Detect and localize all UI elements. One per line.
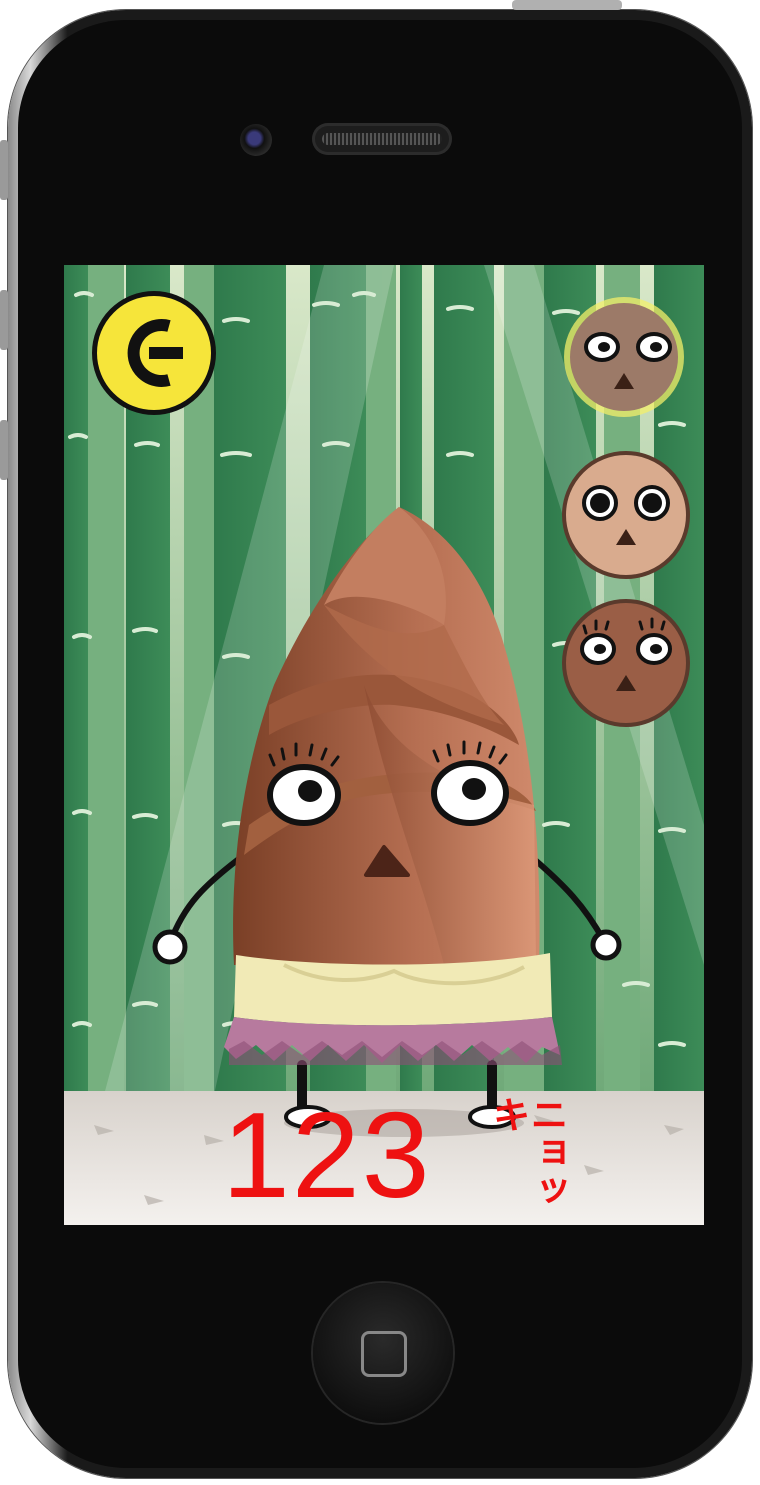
tap-counter: 123: [222, 1087, 432, 1223]
arrow-left-icon: [127, 319, 183, 387]
power-button: [512, 0, 622, 10]
volume-up-button: [0, 290, 8, 350]
character-face-icon: [580, 617, 672, 691]
home-button[interactable]: [313, 1283, 453, 1423]
counter-unit-label: ニョッキ: [486, 1095, 566, 1209]
character-face-icon: [564, 297, 684, 417]
camera-icon: [240, 124, 272, 156]
home-square-icon: [361, 1331, 407, 1377]
character-option-3[interactable]: [562, 599, 690, 727]
character-option-1[interactable]: [560, 293, 688, 421]
back-button[interactable]: [92, 291, 216, 415]
volume-down-button: [0, 420, 8, 480]
character-face-icon: [582, 485, 670, 545]
character-option-2[interactable]: [562, 451, 690, 579]
speaker-grille: [312, 123, 452, 155]
mute-switch: [0, 140, 8, 200]
game-screen: 123 ニョッキ: [64, 265, 704, 1225]
